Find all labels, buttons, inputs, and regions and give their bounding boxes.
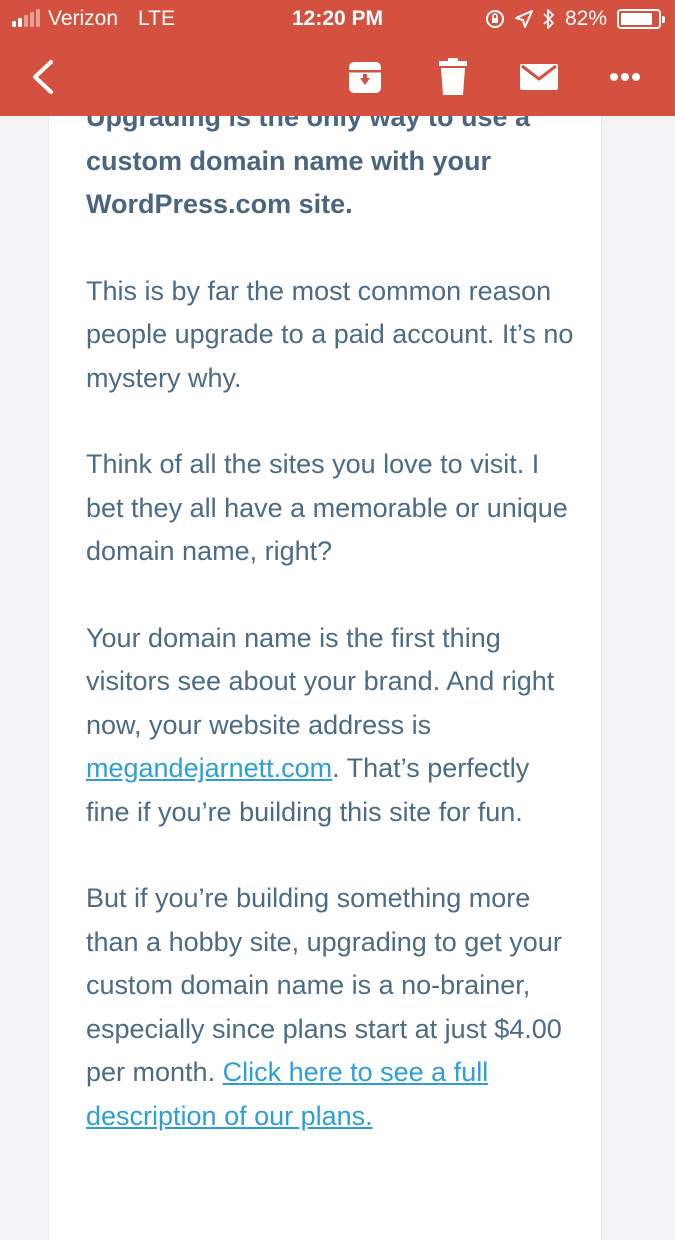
bluetooth-icon xyxy=(543,9,554,29)
email-toolbar xyxy=(0,38,675,116)
trash-icon xyxy=(439,58,467,95)
more-options-button[interactable] xyxy=(600,38,650,116)
back-chevron-icon xyxy=(33,60,53,94)
archive-icon xyxy=(349,62,381,93)
email-text: Your domain name is the first thing visi… xyxy=(86,622,555,740)
email-paragraph-2: Think of all the sites you love to visit… xyxy=(86,449,568,566)
status-bar: Verizon LTE 12:20 PM 82% xyxy=(0,0,675,38)
clock: 12:20 PM xyxy=(291,7,384,30)
mail-icon xyxy=(520,64,558,90)
email-paragraph-1: This is by far the most common reason pe… xyxy=(86,275,574,393)
more-icon xyxy=(610,73,640,81)
delete-button[interactable] xyxy=(428,38,478,116)
back-button[interactable] xyxy=(18,38,66,116)
email-paragraph-3: Your domain name is the first thing visi… xyxy=(86,617,576,835)
mark-unread-button[interactable] xyxy=(514,38,564,116)
email-content: Upgrading is the only way to use a custo… xyxy=(86,96,576,1181)
archive-button[interactable] xyxy=(340,38,390,116)
email-paragraph-4: But if you’re building something more th… xyxy=(86,877,576,1138)
location-icon xyxy=(514,10,533,28)
app-header: Verizon LTE 12:20 PM 82% xyxy=(0,0,675,116)
battery-percent: 82% xyxy=(564,7,607,30)
domain-link[interactable]: megandejarnett.com xyxy=(86,753,332,783)
orientation-lock-icon xyxy=(485,10,504,28)
battery-icon xyxy=(617,9,665,29)
